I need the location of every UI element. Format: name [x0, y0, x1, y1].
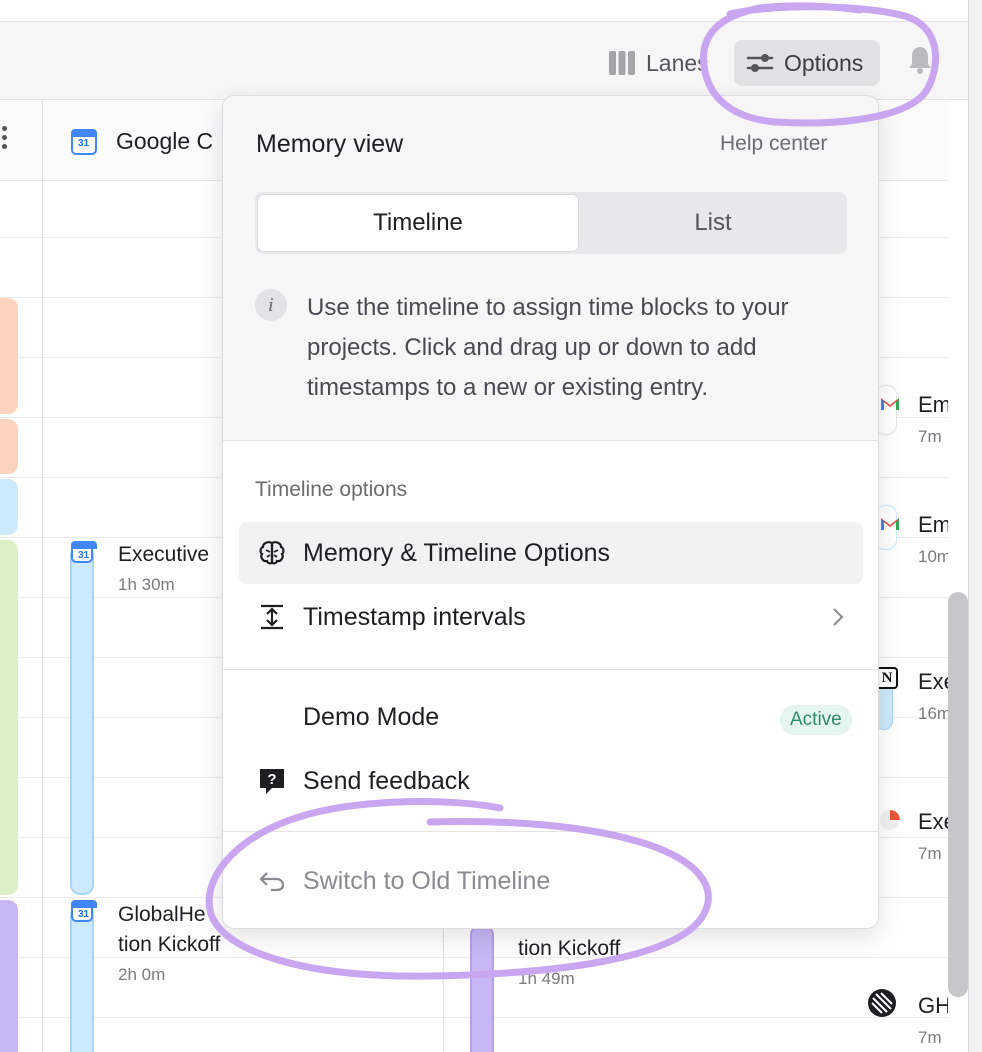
event-title[interactable]: Exe	[918, 809, 948, 835]
event-title[interactable]: Em	[918, 512, 948, 538]
menu-item-switch-old-timeline[interactable]: Switch to Old Timeline	[239, 850, 863, 912]
event-title-line2: tion Kickoff	[118, 933, 221, 956]
lane-divider	[42, 101, 43, 1052]
segment-timeline[interactable]: Timeline	[257, 194, 579, 252]
event-duration: 7m	[918, 1028, 942, 1047]
google-calendar-icon	[71, 129, 97, 155]
feedback-icon: ?	[260, 769, 284, 794]
menu-item-label: Switch to Old Timeline	[303, 866, 551, 895]
time-block[interactable]	[0, 298, 18, 414]
lanes-icon	[609, 51, 635, 75]
menu-item-label: Send feedback	[303, 766, 470, 795]
svg-text:?: ?	[267, 771, 276, 788]
undo-arrow-icon	[259, 872, 285, 892]
status-badge: Active	[780, 705, 852, 735]
divider	[223, 669, 878, 670]
menu-item-memory-options[interactable]: Memory & Timeline Options	[239, 522, 863, 584]
event-title[interactable]: tion Kickoff	[518, 934, 620, 964]
event-duration: 1h 30m	[118, 575, 175, 594]
options-label: Options	[784, 49, 864, 76]
event-duration: 16m	[918, 704, 948, 723]
event-duration: 10m	[918, 547, 948, 566]
info-icon: i	[255, 289, 287, 321]
window-top-strip	[0, 0, 968, 22]
help-center-link[interactable]: Help center	[720, 132, 827, 156]
time-block[interactable]	[0, 900, 18, 1052]
google-calendar-icon	[71, 541, 97, 563]
divider	[223, 831, 878, 832]
event-bar[interactable]	[70, 545, 94, 895]
event-title[interactable]: GlobalHe	[118, 900, 206, 930]
brain-icon	[259, 541, 285, 565]
popover-title: Memory view	[256, 130, 404, 158]
event-duration: 7m	[918, 427, 942, 446]
menu-item-label: Memory & Timeline Options	[303, 538, 611, 567]
lanes-button[interactable]: Lanes	[596, 40, 721, 86]
vertical-resize-icon	[261, 604, 283, 630]
google-calendar-icon	[71, 900, 97, 922]
event-title[interactable]: Em	[918, 392, 948, 418]
bell-icon[interactable]	[905, 44, 935, 76]
event-duration: 1h 49m	[518, 969, 575, 988]
menu-item-demo-mode[interactable]: Demo Mode	[239, 686, 863, 748]
menu-item-timestamp-intervals[interactable]: Timestamp intervals	[239, 586, 863, 648]
popover-header: Memory view Help center Timeline List i …	[223, 96, 878, 441]
event-duration: 7m	[918, 844, 942, 863]
lanes-label: Lanes	[646, 49, 709, 76]
scrollbar-thumb[interactable]	[948, 592, 968, 997]
pie-app-icon	[880, 810, 900, 830]
toolbar: Lanes Options	[0, 22, 968, 100]
menu-item-label: Timestamp intervals	[303, 602, 526, 631]
event-title[interactable]: Executive	[118, 540, 209, 570]
event-duration: 2h 0m	[118, 965, 166, 984]
options-button[interactable]: Options	[734, 40, 880, 86]
time-block[interactable]	[0, 419, 18, 474]
view-segmented-control: Timeline List	[255, 192, 847, 254]
event-title[interactable]: GH	[918, 993, 948, 1019]
time-block[interactable]	[0, 540, 18, 895]
gmail-icon	[881, 518, 899, 530]
github-icon	[868, 989, 896, 1017]
more-icon[interactable]	[2, 126, 8, 153]
segment-list[interactable]: List	[581, 194, 845, 252]
gmail-icon	[881, 398, 899, 410]
notion-icon: N	[876, 667, 898, 689]
scrollbar-track[interactable]	[968, 0, 982, 1052]
event-bar[interactable]	[70, 905, 94, 1052]
info-text: Use the timeline to assign time blocks t…	[307, 294, 789, 401]
section-label: Timeline options	[255, 478, 408, 501]
menu-item-label: Demo Mode	[303, 702, 440, 731]
menu-item-send-feedback[interactable]: ? Send feedback	[239, 750, 863, 812]
memory-view-popover: Memory view Help center Timeline List i …	[222, 95, 879, 929]
event-bar[interactable]	[470, 925, 494, 1052]
sliders-icon	[746, 54, 774, 72]
chevron-right-icon	[833, 608, 844, 626]
event-title[interactable]: Exe	[918, 669, 948, 695]
lane-title[interactable]: Google C	[116, 128, 213, 155]
time-block[interactable]	[0, 479, 18, 535]
